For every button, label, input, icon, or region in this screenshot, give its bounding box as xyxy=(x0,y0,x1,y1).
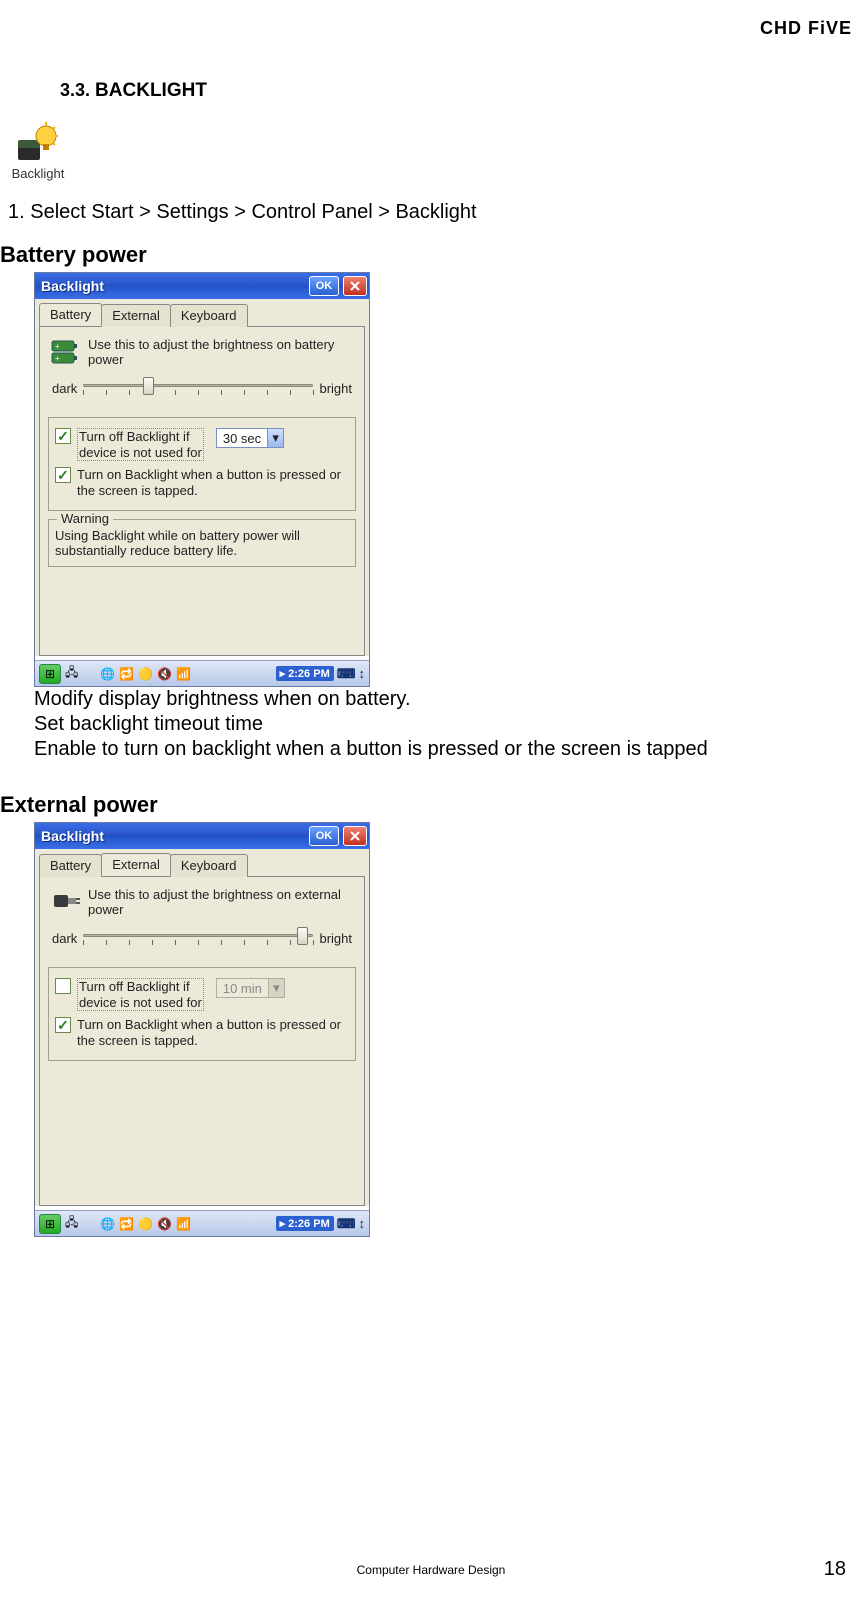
timeout-value: 10 min xyxy=(217,981,268,996)
windows-flag-icon: ⊞ xyxy=(45,1217,55,1231)
close-icon xyxy=(350,831,360,841)
section-heading: 3.3. BACKLIGHT xyxy=(60,80,832,102)
slider-label-bright: bright xyxy=(319,931,352,946)
tray-app-icon[interactable]: 🟡 xyxy=(138,1217,153,1231)
tray-mute-icon[interactable]: 🔇 xyxy=(157,667,172,681)
battery-hint-text: Use this to adjust the brightness on bat… xyxy=(88,337,354,367)
checkbox-turnoff-label: Turn off Backlight ifdevice is not used … xyxy=(77,978,204,1011)
tray-keyboard-icon[interactable]: ⌨ xyxy=(337,1216,356,1232)
battery-heading: Battery power xyxy=(0,242,832,268)
tray-sync-icon[interactable]: 🔁 xyxy=(119,667,134,681)
page-number: 18 xyxy=(824,1558,846,1581)
ok-button[interactable]: OK xyxy=(309,826,339,846)
tab-panel-battery: ++ Use this to adjust the brightness on … xyxy=(39,326,365,656)
window-title: Backlight xyxy=(41,828,305,844)
battery-note-1: Modify display brightness when on batter… xyxy=(34,687,832,712)
window-title: Backlight xyxy=(41,278,305,294)
brightness-slider[interactable] xyxy=(83,377,313,399)
backlight-icon-caption: Backlight xyxy=(8,166,68,181)
svg-text:+: + xyxy=(55,342,60,351)
checkbox-turnon[interactable] xyxy=(55,467,71,483)
taskbar: ⊞ 🖧 🌐 🔁 🟡 🔇 📶 ▸ 2:26 PM ⌨ ↕ xyxy=(35,660,369,686)
warning-text: Using Backlight while on battery power w… xyxy=(55,528,349,558)
timeout-combobox[interactable]: 30 sec ▾ xyxy=(216,428,284,448)
battery-note-3: Enable to turn on backlight when a butto… xyxy=(34,737,832,762)
options-group: Turn off Backlight ifdevice is not used … xyxy=(48,967,356,1061)
timeout-value: 30 sec xyxy=(217,431,267,446)
chevron-down-icon: ▾ xyxy=(268,979,284,997)
titlebar: Backlight OK xyxy=(35,273,369,299)
tabstrip: Battery External Keyboard xyxy=(35,849,369,876)
tray-updown-icon[interactable]: ↕ xyxy=(359,666,366,681)
warning-legend: Warning xyxy=(57,511,113,526)
backlight-bulb-icon xyxy=(16,122,60,164)
slider-label-dark: dark xyxy=(52,931,77,946)
brightness-slider[interactable] xyxy=(83,927,313,949)
checkbox-turnon-label: Turn on Backlight when a button is press… xyxy=(77,467,349,498)
windows-flag-icon: ⊞ xyxy=(45,667,55,681)
timeout-combobox: 10 min ▾ xyxy=(216,978,285,998)
tray-app-icon[interactable]: 🟡 xyxy=(138,667,153,681)
checkbox-turnoff[interactable] xyxy=(55,428,71,444)
ok-button[interactable]: OK xyxy=(309,276,339,296)
tab-external[interactable]: External xyxy=(101,304,171,327)
tray-globe-icon[interactable]: 🌐 xyxy=(100,667,115,681)
close-button[interactable] xyxy=(343,276,367,296)
tray-signal-icon[interactable]: 📶 xyxy=(176,1217,191,1231)
tray-updown-icon[interactable]: ↕ xyxy=(359,1216,366,1231)
tray-globe-icon[interactable]: 🌐 xyxy=(100,1217,115,1231)
external-hint-text: Use this to adjust the brightness on ext… xyxy=(88,887,354,917)
battery-notes: Modify display brightness when on batter… xyxy=(34,687,832,762)
tray-network-icon[interactable]: 🖧 xyxy=(65,663,78,684)
start-button[interactable]: ⊞ xyxy=(39,664,61,684)
tray-sync-icon[interactable]: 🔁 xyxy=(119,1217,134,1231)
backlight-icon-block: Backlight xyxy=(8,122,68,181)
chevron-down-icon: ▾ xyxy=(267,429,283,447)
titlebar: Backlight OK xyxy=(35,823,369,849)
tray-mute-icon[interactable]: 🔇 xyxy=(157,1217,172,1231)
slider-label-bright: bright xyxy=(319,381,352,396)
taskbar: ⊞ 🖧 🌐 🔁 🟡 🔇 📶 ▸ 2:26 PM ⌨ ↕ xyxy=(35,1210,369,1236)
tab-keyboard[interactable]: Keyboard xyxy=(170,854,248,877)
checkbox-turnoff[interactable] xyxy=(55,978,71,994)
checkbox-turnon[interactable] xyxy=(55,1017,71,1033)
tab-battery[interactable]: Battery xyxy=(39,303,102,326)
battery-window: Backlight OK Battery External Keyboard +… xyxy=(34,272,370,687)
checkbox-turnon-label: Turn on Backlight when a button is press… xyxy=(77,1017,349,1048)
battery-hint-icon: ++ xyxy=(50,337,80,365)
section-title-prefix: B xyxy=(95,80,109,101)
slider-label-dark: dark xyxy=(52,381,77,396)
checkbox-turnoff-label: Turn off Backlight ifdevice is not used … xyxy=(77,428,204,461)
start-button[interactable]: ⊞ xyxy=(39,1214,61,1234)
options-group: Turn off Backlight ifdevice is not used … xyxy=(48,417,356,511)
footer-text: Computer Hardware Design xyxy=(0,1563,862,1577)
tray-clock[interactable]: ▸ 2:26 PM xyxy=(276,1216,334,1231)
close-icon xyxy=(350,281,360,291)
tab-external[interactable]: External xyxy=(101,853,171,876)
step-1: 1. Select Start > Settings > Control Pan… xyxy=(8,201,832,224)
section-number: 3.3. xyxy=(60,80,90,100)
close-button[interactable] xyxy=(343,826,367,846)
battery-note-2: Set backlight timeout time xyxy=(34,712,832,737)
warning-box: Warning Using Backlight while on battery… xyxy=(48,519,356,567)
tray-signal-icon[interactable]: 📶 xyxy=(176,667,191,681)
tab-battery[interactable]: Battery xyxy=(39,854,102,877)
brand-header: CHD FiVE xyxy=(760,18,852,39)
tab-keyboard[interactable]: Keyboard xyxy=(170,304,248,327)
svg-text:+: + xyxy=(55,354,60,363)
section-title-rest: ACKLIGHT xyxy=(109,80,207,101)
external-heading: External power xyxy=(0,792,832,818)
tray-network-icon[interactable]: 🖧 xyxy=(65,1213,78,1234)
tray-clock[interactable]: ▸ 2:26 PM xyxy=(276,666,334,681)
tray-keyboard-icon[interactable]: ⌨ xyxy=(337,666,356,682)
tabstrip: Battery External Keyboard xyxy=(35,299,369,326)
plug-hint-icon xyxy=(50,887,80,915)
external-window: Backlight OK Battery External Keyboard U… xyxy=(34,822,370,1237)
tab-panel-external: Use this to adjust the brightness on ext… xyxy=(39,876,365,1206)
